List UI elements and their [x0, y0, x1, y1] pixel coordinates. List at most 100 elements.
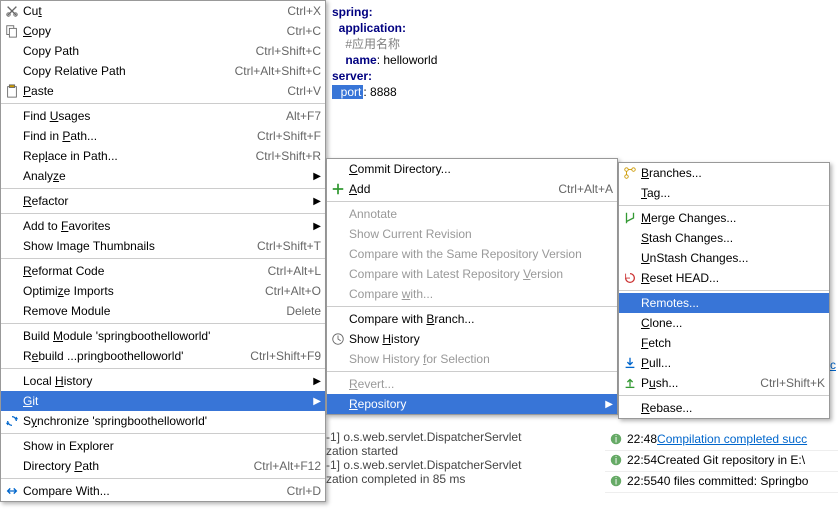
cut-icon — [4, 3, 20, 19]
repo-menu-unstash-changes[interactable]: UnStash Changes... — [619, 248, 829, 268]
context-menu-repository[interactable]: Branches...Tag... Merge Changes... Stash C… — [618, 162, 830, 419]
git-menu-revert: Revert... — [327, 374, 617, 394]
repo-menu-remotes[interactable]: Remotes... — [619, 293, 829, 313]
main-menu-synchronize-springboothelloworld[interactable]: Synchronize 'springboothelloworld' — [1, 411, 325, 431]
repo-menu-branches[interactable]: Branches... — [619, 163, 829, 183]
menu-item-label: Find Usages — [23, 109, 266, 123]
git-menu-show-current-revision: Show Current Revision — [327, 224, 617, 244]
menu-item-label: Rebase... — [641, 401, 825, 415]
console-line: -1] o.s.web.servlet.DispatcherServlet — [326, 458, 606, 472]
console-line: -1] o.s.web.servlet.DispatcherServlet — [326, 430, 606, 444]
main-menu-build-module-springboothelloworld[interactable]: Build Module 'springboothelloworld' — [1, 326, 325, 346]
repo-menu-rebase[interactable]: Rebase... — [619, 398, 829, 418]
main-menu-copy[interactable]: CopyCtrl+C — [1, 21, 325, 41]
main-menu-rebuild-pringboothelloworld[interactable]: Rebuild ...pringboothelloworld'Ctrl+Shif… — [1, 346, 325, 366]
main-menu-optimize-imports[interactable]: Optimize ImportsCtrl+Alt+O — [1, 281, 325, 301]
main-menu-remove-module[interactable]: Remove ModuleDelete — [1, 301, 325, 321]
menu-shortcut: Ctrl+Alt+O — [265, 284, 321, 298]
main-menu-show-in-explorer[interactable]: Show in Explorer — [1, 436, 325, 456]
menu-item-label: Build Module 'springboothelloworld' — [23, 329, 321, 343]
code-line: name: helloworld — [332, 52, 834, 68]
repo-menu-stash-changes[interactable]: Stash Changes... — [619, 228, 829, 248]
menu-shortcut: Ctrl+Shift+F — [257, 129, 321, 143]
compare-icon — [4, 483, 20, 499]
menu-item-label: Stash Changes... — [641, 231, 825, 245]
main-menu-copy-path[interactable]: Copy PathCtrl+Shift+C — [1, 41, 325, 61]
menu-item-label: Find in Path... — [23, 129, 237, 143]
main-menu-add-to-favorites[interactable]: Add to Favorites▶ — [1, 216, 325, 236]
main-menu-directory-path[interactable]: Directory PathCtrl+Alt+F12 — [1, 456, 325, 476]
repo-menu-pull[interactable]: Pull... — [619, 353, 829, 373]
log-text: 22:54Created Git repository in E:\ — [627, 453, 834, 467]
context-menu-git[interactable]: Commit Directory... AddCtrl+Alt+A Annotate… — [326, 158, 618, 415]
menu-item-label: Reformat Code — [23, 264, 248, 278]
menu-shortcut: Alt+F7 — [286, 109, 321, 123]
menu-separator — [619, 205, 829, 206]
git-menu-show-history[interactable]: Show History — [327, 329, 617, 349]
menu-item-label: Refactor — [23, 194, 321, 208]
menu-shortcut: Ctrl+Shift+R — [256, 149, 321, 163]
git-menu-add[interactable]: AddCtrl+Alt+A — [327, 179, 617, 199]
main-menu-copy-relative-path[interactable]: Copy Relative PathCtrl+Alt+Shift+C — [1, 61, 325, 81]
submenu-arrow-icon: ▶ — [605, 399, 613, 410]
context-menu-main[interactable]: CutCtrl+XCopyCtrl+CCopy PathCtrl+Shift+C… — [0, 0, 326, 502]
menu-item-label: Push... — [641, 376, 740, 390]
menu-item-label: Reset HEAD... — [641, 271, 825, 285]
main-menu-find-usages[interactable]: Find Usages Alt+F7 — [1, 106, 325, 126]
main-menu-replace-in-path[interactable]: Replace in Path... Ctrl+Shift+R — [1, 146, 325, 166]
copy-icon — [4, 23, 20, 39]
main-menu-compare-with[interactable]: Compare With...Ctrl+D — [1, 481, 325, 501]
code-editor[interactable]: spring: application: #应用名称 name: hellowo… — [328, 0, 838, 100]
menu-item-label: Remove Module — [23, 304, 266, 318]
main-menu-analyze[interactable]: Analyze▶ — [1, 166, 325, 186]
menu-shortcut: Ctrl+Shift+T — [257, 239, 321, 253]
git-menu-commit-directory[interactable]: Commit Directory... — [327, 159, 617, 179]
console-output: -1] o.s.web.servlet.DispatcherServletzat… — [326, 430, 606, 486]
svg-text:i: i — [615, 476, 617, 488]
menu-item-label: Annotate — [349, 207, 613, 221]
menu-item-label: Copy Path — [23, 44, 236, 58]
console-line: zation completed in 85 ms — [326, 472, 606, 486]
reset-icon — [622, 270, 638, 286]
menu-item-label: UnStash Changes... — [641, 251, 825, 265]
main-menu-refactor[interactable]: Refactor▶ — [1, 191, 325, 211]
menu-item-label: Add to Favorites — [23, 219, 321, 233]
submenu-arrow-icon: ▶ — [313, 171, 321, 182]
repo-menu-merge-changes[interactable]: Merge Changes... — [619, 208, 829, 228]
git-menu-compare-with-latest-repository-version: Compare with Latest Repository Version — [327, 264, 617, 284]
repo-menu-push[interactable]: Push...Ctrl+Shift+K — [619, 373, 829, 393]
plus-icon — [330, 181, 346, 197]
main-menu-cut[interactable]: CutCtrl+X — [1, 1, 325, 21]
menu-item-label: Commit Directory... — [349, 162, 613, 176]
menu-item-label: Analyze — [23, 169, 321, 183]
main-menu-find-in-path[interactable]: Find in Path... Ctrl+Shift+F — [1, 126, 325, 146]
main-menu-git[interactable]: Git▶ — [1, 391, 325, 411]
main-menu-show-image-thumbnails[interactable]: Show Image Thumbnails Ctrl+Shift+T — [1, 236, 325, 256]
console-line: zation started — [326, 444, 606, 458]
menu-item-label: Compare with Latest Repository Version — [349, 267, 613, 281]
menu-item-label: Revert... — [349, 377, 613, 391]
menu-item-label: Merge Changes... — [641, 211, 825, 225]
git-menu-repository[interactable]: Repository▶ — [327, 394, 617, 414]
repo-menu-tag[interactable]: Tag... — [619, 183, 829, 203]
menu-separator — [1, 368, 325, 369]
repo-menu-clone[interactable]: Clone... — [619, 313, 829, 333]
paste-icon — [4, 83, 20, 99]
branch-icon — [622, 165, 638, 181]
menu-item-label: Show Image Thumbnails — [23, 239, 237, 253]
info-icon: i — [609, 453, 627, 469]
event-log: i22:48Compilation completed succi22:54Cr… — [605, 430, 838, 522]
git-menu-compare-with-the-same-repository-version: Compare with the Same Repository Version — [327, 244, 617, 264]
main-menu-paste[interactable]: PasteCtrl+V — [1, 81, 325, 101]
repo-menu-fetch[interactable]: Fetch — [619, 333, 829, 353]
menu-item-label: Synchronize 'springboothelloworld' — [23, 414, 321, 428]
menu-separator — [1, 478, 325, 479]
main-menu-local-history[interactable]: Local History▶ — [1, 371, 325, 391]
main-menu-reformat-code[interactable]: Reformat CodeCtrl+Alt+L — [1, 261, 325, 281]
menu-item-label: Replace in Path... — [23, 149, 236, 163]
repo-menu-reset-head[interactable]: Reset HEAD... — [619, 268, 829, 288]
menu-shortcut: Ctrl+Alt+F12 — [254, 459, 321, 473]
git-menu-compare-with-branch[interactable]: Compare with Branch... — [327, 309, 617, 329]
menu-separator — [1, 258, 325, 259]
menu-separator — [619, 290, 829, 291]
